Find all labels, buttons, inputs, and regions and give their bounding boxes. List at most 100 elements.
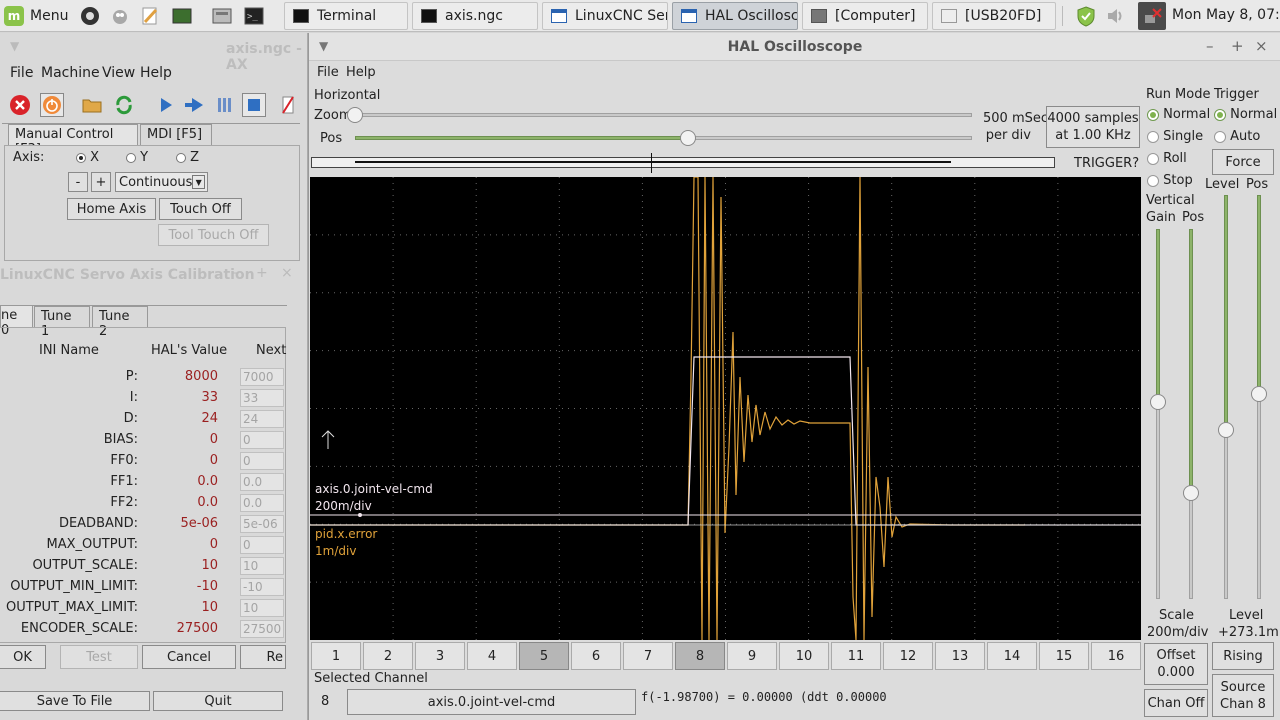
next-value-field[interactable]: 0.0 — [240, 473, 284, 491]
next-value-field[interactable]: 10 — [240, 557, 284, 575]
tool-touch-off-button[interactable]: Tool Touch Off — [158, 224, 269, 246]
save-to-file-button[interactable]: Save To File — [0, 691, 150, 711]
run-mode-stop[interactable]: Stop — [1147, 173, 1193, 188]
axis-menu-help[interactable]: Help — [140, 65, 172, 81]
gimp-launcher-icon[interactable] — [106, 3, 134, 29]
test-button[interactable]: Test — [60, 645, 138, 669]
volume-icon[interactable] — [1104, 4, 1128, 28]
zoom-slider-track[interactable] — [355, 113, 972, 117]
jog-plus-button[interactable]: + — [91, 172, 111, 192]
next-value-field[interactable]: 0 — [240, 536, 284, 554]
task-usb20fd[interactable]: [USB20FD] — [932, 2, 1056, 30]
pos-slider-knob[interactable] — [680, 130, 697, 146]
tab-tune-2[interactable]: Tune 2 — [92, 306, 148, 339]
next-value-field[interactable]: 0.0 — [240, 494, 284, 512]
media-player-launcher-icon[interactable] — [76, 3, 104, 29]
task-axis-ngc[interactable]: axis.ngc — [412, 2, 538, 30]
axis-menu-machine[interactable]: Machine — [41, 65, 100, 81]
maximize-icon[interactable]: + — [256, 265, 268, 281]
channel-button-1[interactable]: 1 — [311, 642, 361, 670]
close-icon[interactable]: × — [1255, 37, 1268, 55]
step-program-icon[interactable] — [182, 93, 206, 117]
sample-rate-button[interactable]: 4000 samples at 1.00 KHz — [1046, 106, 1140, 148]
next-value-field[interactable]: 7000 — [240, 368, 284, 386]
jog-minus-button[interactable]: - — [68, 172, 88, 192]
trigger-level-slider-knob[interactable] — [1218, 422, 1234, 438]
channel-button-4[interactable]: 4 — [467, 642, 517, 670]
scope-menu-file[interactable]: File — [317, 65, 339, 80]
trigger-auto[interactable]: Auto — [1214, 129, 1260, 144]
tab-mdi[interactable]: MDI [F5] — [140, 124, 212, 146]
axis-menu-file[interactable]: File — [10, 65, 33, 81]
channel-button-8[interactable]: 8 — [675, 642, 725, 670]
next-value-field[interactable]: 5e-06 — [240, 515, 284, 533]
clock[interactable]: Mon May 8, 07:41 — [1172, 7, 1280, 23]
next-value-field[interactable]: 0 — [240, 431, 284, 449]
terminal-launcher-icon[interactable]: >_ — [240, 3, 268, 29]
minimize-icon[interactable]: – — [232, 265, 239, 281]
maximize-icon[interactable]: + — [1231, 37, 1244, 55]
next-value-field[interactable]: -10 — [240, 578, 284, 596]
tab-tune-0[interactable]: ne 0 — [0, 305, 33, 338]
next-value-field[interactable]: 33 — [240, 389, 284, 407]
force-trigger-button[interactable]: Force — [1212, 149, 1274, 175]
run-mode-single[interactable]: Single — [1147, 129, 1203, 144]
task-terminal[interactable]: Terminal — [284, 2, 408, 30]
zoom-slider-knob[interactable] — [347, 107, 363, 123]
show-desktop-icon[interactable] — [208, 3, 236, 29]
channel-button-11[interactable]: 11 — [831, 642, 881, 670]
task-computer[interactable]: [Computer] — [802, 2, 928, 30]
cancel-button[interactable]: Cancel — [142, 645, 236, 669]
open-file-icon[interactable] — [80, 93, 104, 117]
offset-button[interactable]: Offset 0.000 — [1144, 643, 1208, 685]
axis-y-radio[interactable]: Y — [126, 150, 148, 165]
channel-button-16[interactable]: 16 — [1091, 642, 1141, 670]
next-value-field[interactable]: 24 — [240, 410, 284, 428]
channel-button-5[interactable]: 5 — [519, 642, 569, 670]
run-mode-normal[interactable]: Normal — [1147, 107, 1210, 122]
next-value-field[interactable]: 0 — [240, 452, 284, 470]
run-mode-roll[interactable]: Roll — [1147, 151, 1187, 166]
channel-button-10[interactable]: 10 — [779, 642, 829, 670]
next-value-field[interactable]: 10 — [240, 599, 284, 617]
start-menu-button[interactable]: m Menu — [4, 3, 72, 29]
task-hal-oscilloscope[interactable]: HAL Oscillosc... — [672, 2, 798, 30]
jog-mode-select[interactable]: Continuous ▼ — [115, 172, 208, 192]
touch-off-button[interactable]: Touch Off — [159, 198, 242, 220]
channel-button-13[interactable]: 13 — [935, 642, 985, 670]
channel-button-9[interactable]: 9 — [727, 642, 777, 670]
axis-x-radio[interactable]: X — [76, 150, 99, 165]
axis-menu-view[interactable]: View — [102, 65, 135, 81]
scope-menu-help[interactable]: Help — [346, 65, 376, 80]
run-program-icon[interactable] — [154, 93, 178, 117]
next-value-field[interactable]: 27500 — [240, 620, 284, 638]
home-axis-button[interactable]: Home Axis — [67, 198, 156, 220]
close-icon[interactable]: × — [281, 265, 293, 281]
chan-off-button[interactable]: Chan Off — [1144, 689, 1208, 717]
vertical-gain-slider-knob[interactable] — [1150, 394, 1166, 410]
stop-program-icon[interactable] — [242, 93, 266, 117]
axis-z-radio[interactable]: Z — [176, 150, 199, 165]
trigger-normal[interactable]: Normal — [1214, 107, 1277, 122]
channel-button-12[interactable]: 12 — [883, 642, 933, 670]
trigger-source-button[interactable]: Source Chan 8 — [1212, 674, 1274, 717]
network-disconnected-icon[interactable] — [1138, 2, 1166, 30]
update-manager-shield-icon[interactable] — [1074, 4, 1098, 28]
tab-manual-control[interactable]: Manual Control [F3] — [8, 124, 138, 157]
vertical-pos-slider-knob[interactable] — [1183, 485, 1199, 501]
minimize-icon[interactable]: – — [1206, 37, 1214, 55]
rising-edge-button[interactable]: Rising — [1212, 642, 1274, 670]
selected-channel-name-button[interactable]: axis.0.joint-vel-cmd — [347, 689, 636, 715]
block-delete-icon[interactable] — [278, 93, 298, 117]
channel-button-7[interactable]: 7 — [623, 642, 673, 670]
pause-program-icon[interactable] — [212, 93, 236, 117]
ok-button[interactable]: OK — [0, 645, 46, 669]
channel-button-3[interactable]: 3 — [415, 642, 465, 670]
machine-power-icon[interactable] — [40, 93, 64, 117]
tab-tune-1[interactable]: Tune 1 — [34, 306, 90, 339]
channel-button-15[interactable]: 15 — [1039, 642, 1089, 670]
reload-icon[interactable] — [112, 93, 136, 117]
channel-button-6[interactable]: 6 — [571, 642, 621, 670]
trigger-pos-slider-knob[interactable] — [1251, 386, 1267, 402]
channel-button-2[interactable]: 2 — [363, 642, 413, 670]
